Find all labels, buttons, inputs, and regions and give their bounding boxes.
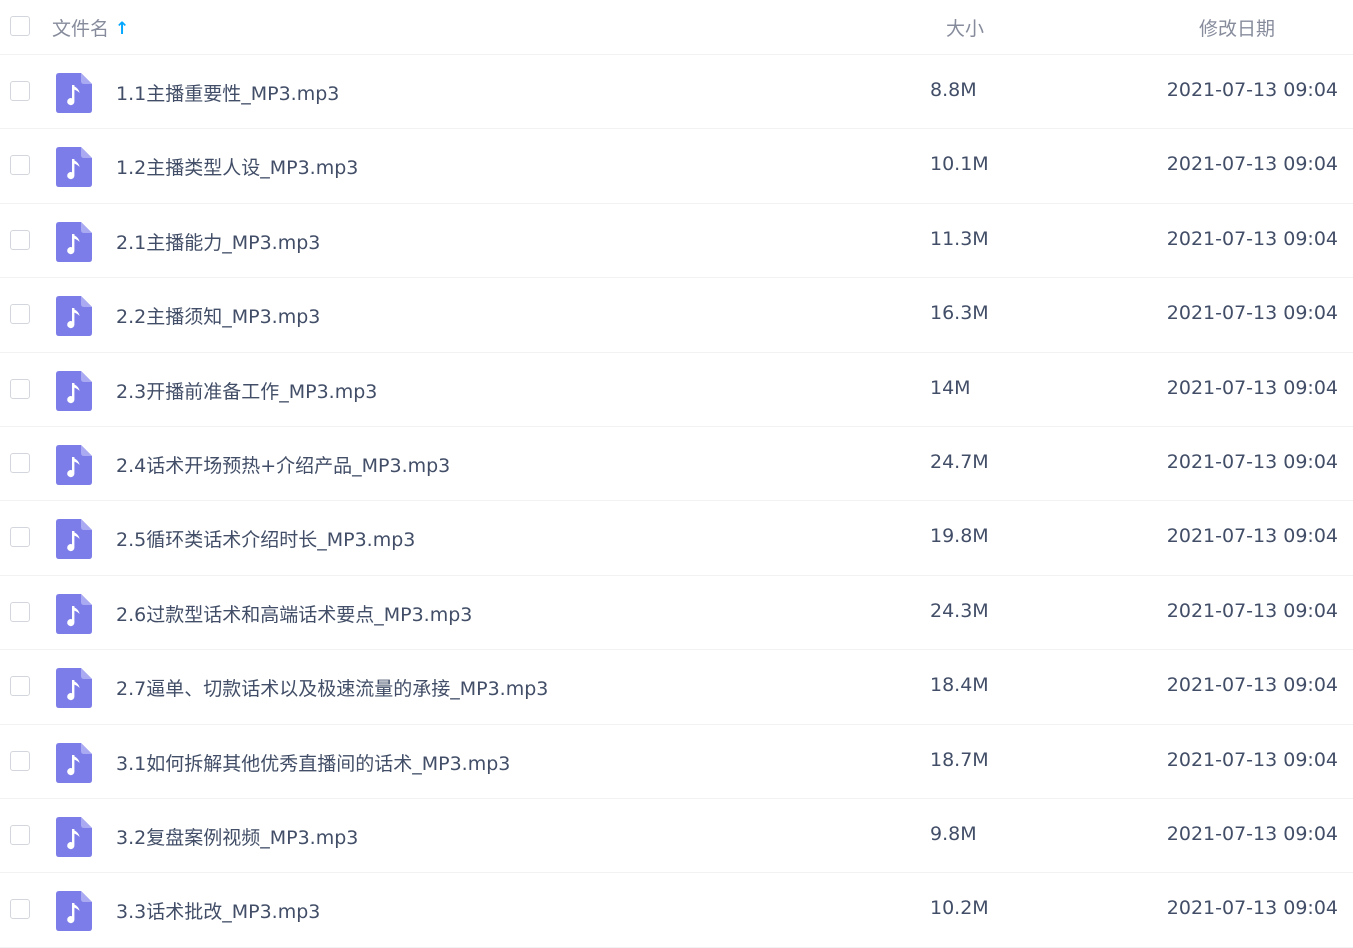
file-row[interactable]: 1.1主播重要性_MP3.mp3 8.8M 2021-07-13 09:04 bbox=[0, 55, 1353, 130]
file-size: 16.3M bbox=[930, 302, 989, 325]
file-name[interactable]: 2.6过款型话术和高端话术要点_MP3.mp3 bbox=[116, 600, 472, 627]
file-name[interactable]: 2.2主播须知_MP3.mp3 bbox=[116, 302, 320, 329]
file-modified-date: 2021-07-13 09:04 bbox=[1166, 376, 1338, 399]
file-row[interactable]: 3.1如何拆解其他优秀直播间的话术_MP3.mp3 18.7M 2021-07-… bbox=[0, 725, 1353, 799]
file-name[interactable]: 1.2主播类型人设_MP3.mp3 bbox=[116, 153, 358, 180]
file-modified-date: 2021-07-13 09:04 bbox=[1166, 897, 1338, 920]
row-checkbox[interactable] bbox=[10, 676, 30, 697]
file-row[interactable]: 2.6过款型话术和高端话术要点_MP3.mp3 24.3M 2021-07-13… bbox=[0, 576, 1353, 651]
file-size: 11.3M bbox=[930, 227, 989, 250]
file-row[interactable]: 3.3话术批改_MP3.mp3 10.2M 2021-07-13 09:04 bbox=[0, 873, 1353, 948]
music-file-icon bbox=[56, 816, 92, 857]
file-name[interactable]: 2.4话术开场预热+介绍产品_MP3.mp3 bbox=[116, 451, 450, 478]
select-all-checkbox[interactable] bbox=[10, 16, 30, 36]
music-file-icon bbox=[56, 296, 92, 337]
row-checkbox[interactable] bbox=[10, 452, 30, 473]
file-modified-date: 2021-07-13 09:04 bbox=[1166, 748, 1338, 771]
file-size: 24.7M bbox=[930, 450, 989, 473]
file-modified-date: 2021-07-13 09:04 bbox=[1166, 822, 1338, 845]
column-header-size[interactable]: 大小 bbox=[946, 14, 984, 41]
music-file-icon bbox=[56, 891, 92, 932]
music-file-icon bbox=[56, 444, 92, 485]
column-header-name-label: 文件名 bbox=[52, 18, 110, 40]
file-size: 8.8M bbox=[930, 79, 977, 101]
file-name[interactable]: 3.2复盘案例视频_MP3.mp3 bbox=[116, 823, 358, 850]
file-row[interactable]: 3.2复盘案例视频_MP3.mp3 9.8M 2021-07-13 09:04 bbox=[0, 799, 1353, 874]
row-checkbox[interactable] bbox=[10, 155, 30, 176]
file-modified-date: 2021-07-13 09:04 bbox=[1166, 302, 1338, 325]
file-row[interactable]: 2.7逼单、切款话术以及极速流量的承接_MP3.mp3 18.4M 2021-0… bbox=[0, 650, 1353, 725]
music-file-icon bbox=[56, 593, 92, 634]
file-list-header: 文件名 ↑ 大小 修改日期 bbox=[0, 0, 1353, 55]
row-checkbox[interactable] bbox=[10, 378, 30, 399]
column-header-modified[interactable]: 修改日期 bbox=[1199, 14, 1275, 41]
file-size: 18.7M bbox=[930, 748, 989, 771]
file-modified-date: 2021-07-13 09:04 bbox=[1166, 599, 1338, 622]
file-size: 9.8M bbox=[930, 822, 977, 845]
file-name[interactable]: 3.3话术批改_MP3.mp3 bbox=[116, 897, 320, 924]
file-name[interactable]: 2.5循环类话术介绍时长_MP3.mp3 bbox=[116, 525, 415, 552]
row-checkbox[interactable] bbox=[10, 229, 30, 250]
file-modified-date: 2021-07-13 09:04 bbox=[1166, 674, 1338, 697]
file-list: 1.1主播重要性_MP3.mp3 8.8M 2021-07-13 09:04 1… bbox=[0, 55, 1353, 948]
file-name[interactable]: 2.1主播能力_MP3.mp3 bbox=[116, 228, 320, 255]
file-modified-date: 2021-07-13 09:04 bbox=[1166, 227, 1338, 250]
file-modified-date: 2021-07-13 09:04 bbox=[1166, 153, 1338, 176]
file-name[interactable]: 3.1如何拆解其他优秀直播间的话术_MP3.mp3 bbox=[116, 749, 510, 776]
file-row[interactable]: 2.2主播须知_MP3.mp3 16.3M 2021-07-13 09:04 bbox=[0, 278, 1353, 353]
file-row[interactable]: 2.4话术开场预热+介绍产品_MP3.mp3 24.7M 2021-07-13 … bbox=[0, 427, 1353, 502]
music-file-icon bbox=[56, 742, 92, 783]
file-size: 14M bbox=[930, 376, 971, 399]
music-file-icon bbox=[56, 221, 92, 262]
music-file-icon bbox=[56, 73, 92, 113]
file-modified-date: 2021-07-13 09:04 bbox=[1166, 79, 1338, 101]
file-name[interactable]: 2.3开播前准备工作_MP3.mp3 bbox=[116, 377, 377, 404]
music-file-icon bbox=[56, 519, 92, 560]
row-checkbox[interactable] bbox=[10, 527, 30, 548]
row-checkbox[interactable] bbox=[10, 601, 30, 622]
music-file-icon bbox=[56, 370, 92, 411]
file-row[interactable]: 1.2主播类型人设_MP3.mp3 10.1M 2021-07-13 09:04 bbox=[0, 129, 1353, 204]
file-size: 10.2M bbox=[930, 897, 989, 920]
sort-ascending-icon[interactable]: ↑ bbox=[115, 19, 129, 39]
file-size: 10.1M bbox=[930, 153, 989, 176]
file-name[interactable]: 1.1主播重要性_MP3.mp3 bbox=[116, 79, 339, 106]
row-checkbox[interactable] bbox=[10, 899, 30, 920]
row-checkbox[interactable] bbox=[10, 824, 30, 845]
row-checkbox[interactable] bbox=[10, 81, 30, 101]
file-row[interactable]: 2.3开播前准备工作_MP3.mp3 14M 2021-07-13 09:04 bbox=[0, 353, 1353, 427]
file-name[interactable]: 2.7逼单、切款话术以及极速流量的承接_MP3.mp3 bbox=[116, 674, 548, 701]
file-size: 18.4M bbox=[930, 674, 989, 697]
file-row[interactable]: 2.1主播能力_MP3.mp3 11.3M 2021-07-13 09:04 bbox=[0, 204, 1353, 279]
file-size: 19.8M bbox=[930, 525, 989, 548]
file-modified-date: 2021-07-13 09:04 bbox=[1166, 450, 1338, 473]
row-checkbox[interactable] bbox=[10, 304, 30, 325]
music-file-icon bbox=[56, 147, 92, 188]
file-size: 24.3M bbox=[930, 599, 989, 622]
file-modified-date: 2021-07-13 09:04 bbox=[1166, 525, 1338, 548]
music-file-icon bbox=[56, 668, 92, 709]
column-header-name[interactable]: 文件名 ↑ bbox=[52, 14, 129, 41]
row-checkbox[interactable] bbox=[10, 750, 30, 771]
file-row[interactable]: 2.5循环类话术介绍时长_MP3.mp3 19.8M 2021-07-13 09… bbox=[0, 501, 1353, 576]
